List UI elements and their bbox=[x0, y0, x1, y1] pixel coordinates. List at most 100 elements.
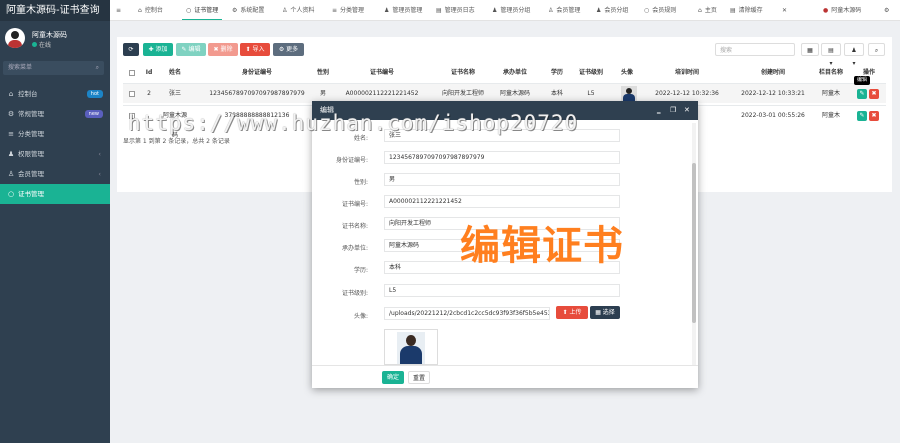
advanced-search-icon[interactable]: ⌕ bbox=[868, 43, 885, 56]
sidebar-item-certificate[interactable]: ○ 证书管理 bbox=[0, 184, 110, 204]
log-icon: ▤ bbox=[436, 7, 442, 14]
tab-label: 个人资料 bbox=[290, 7, 315, 14]
refresh-button[interactable]: ⟳ bbox=[123, 43, 139, 56]
top-nav: ≡ ⌂ 控制台 ○ 证书管理 ⚙ 系统配置 ♙ 个人资料 ≡ 分类管理 ♟ 管理员管理 ▤ 管… bbox=[110, 0, 900, 21]
tab-label: 管理员管理 bbox=[392, 7, 423, 14]
tab-system-config[interactable]: ⚙ 系统配置 bbox=[232, 0, 265, 20]
tab-member-rule[interactable]: ○ 会员规则 bbox=[644, 0, 676, 20]
row-checkbox[interactable] bbox=[129, 91, 135, 97]
tab-member[interactable]: ♙ 会员管理 bbox=[548, 0, 580, 20]
sidebar-item-auth[interactable]: ♟ 权限管理 ‹ bbox=[0, 144, 110, 164]
minimize-icon[interactable]: ‗ bbox=[657, 101, 661, 120]
add-button[interactable]: ✚ 添加 bbox=[143, 43, 173, 56]
new-badge: new bbox=[84, 110, 103, 118]
import-button[interactable]: ⬆ 导入 bbox=[240, 43, 270, 56]
maximize-icon[interactable]: ❐ bbox=[670, 101, 676, 120]
close-icon[interactable]: ✕ bbox=[684, 101, 690, 120]
edit-button[interactable]: ✎ 编辑 bbox=[176, 43, 206, 56]
field-label-level: 证书级别: bbox=[341, 290, 368, 297]
list-icon: ≡ bbox=[332, 7, 338, 14]
pagination-info: 显示第 1 到第 2 条记录，总共 2 条记录 bbox=[123, 138, 230, 145]
cell-column: 阿童木 bbox=[821, 90, 840, 97]
delete-button[interactable]: ✖ 删除 bbox=[208, 43, 238, 56]
col-org: 承办单位 bbox=[502, 69, 527, 76]
sidebar-search-input[interactable]: 搜索菜单 ⌕ bbox=[3, 61, 104, 75]
clear-cache-label: 清除缓存 bbox=[738, 7, 763, 14]
circle-icon: ○ bbox=[186, 7, 192, 14]
sidebar-menu: ⌂ 控制台 hot ⚙ 常规管理 new ≡ 分类管理 ♟ 权限管理 ‹ ♙ 会员管理 ‹ ○ 证书… bbox=[0, 84, 110, 204]
home-icon: ⌂ bbox=[138, 7, 142, 14]
avatar[interactable] bbox=[5, 28, 25, 48]
certno-field[interactable]: A000002112221221452 bbox=[384, 195, 620, 208]
export-button[interactable]: ♟ ▾ bbox=[844, 43, 864, 67]
tab-label: 系统配置 bbox=[240, 7, 265, 14]
tab-dashboard[interactable]: ⌂ 控制台 bbox=[138, 0, 163, 20]
sidebar-item-general[interactable]: ⚙ 常规管理 new bbox=[0, 104, 110, 124]
row-edit-icon[interactable]: ✎ bbox=[857, 89, 867, 99]
tab-certificate[interactable]: ○ 证书管理 bbox=[182, 0, 223, 20]
row-delete-icon[interactable]: ✖ bbox=[869, 111, 879, 121]
avatar-thumbnail[interactable] bbox=[621, 86, 637, 102]
sidebar-item-label: 分类管理 bbox=[18, 130, 44, 138]
upload-button[interactable]: ⬆ 上传 bbox=[556, 306, 588, 319]
modal-scrollbar[interactable] bbox=[692, 123, 696, 365]
avatar-path-field[interactable]: /uploads/20221212/2cbcd1c2cc5dc93f93f36f… bbox=[384, 307, 550, 320]
col-edu: 学历 bbox=[550, 69, 563, 76]
select-all-checkbox[interactable] bbox=[129, 70, 135, 76]
sidebar-item-dashboard[interactable]: ⌂ 控制台 hot bbox=[0, 84, 110, 104]
sidebar-item-label: 证书管理 bbox=[18, 190, 44, 198]
avatar-icon: ● bbox=[823, 7, 829, 14]
clear-cache-link[interactable]: ▤ 清除缓存 bbox=[730, 0, 763, 20]
chevron-left-icon: ‹ bbox=[98, 150, 101, 158]
more-button[interactable]: ⚙ 更多 bbox=[273, 43, 304, 56]
users-icon: ♟ bbox=[7, 150, 15, 158]
level-field[interactable]: L5 bbox=[384, 284, 620, 297]
tab-profile[interactable]: ♙ 个人资料 bbox=[282, 0, 315, 20]
field-label-edu: 学历: bbox=[353, 267, 368, 274]
col-avatar: 头像 bbox=[620, 69, 633, 76]
field-label-certno: 证书编号: bbox=[341, 201, 368, 208]
idno-field[interactable]: 1234567897097097987897979 bbox=[384, 151, 620, 164]
sidebar-item-label: 常规管理 bbox=[18, 110, 44, 118]
app-title: 阿童木源码-证书查询 bbox=[0, 0, 110, 21]
sidebar: 阿童木源码-证书查询 阿童木源码 在线 搜索菜单 ⌕ ⌂ 控制台 hot ⚙ 常规管理 n… bbox=[0, 0, 110, 443]
col-id[interactable]: Id bbox=[143, 65, 155, 81]
tab-admin-group[interactable]: ♟ 管理员分组 bbox=[492, 0, 531, 20]
row-delete-icon[interactable]: ✖ bbox=[869, 89, 879, 99]
cell-name: 张三 bbox=[168, 90, 181, 97]
col-gender: 性别 bbox=[316, 69, 329, 76]
sidebar-item-category[interactable]: ≡ 分类管理 bbox=[0, 124, 110, 144]
user-icon: ♙ bbox=[548, 7, 554, 14]
table-row[interactable]: 2 张三 1234567897097097987897979 男 A000002… bbox=[123, 83, 886, 103]
tab-admin-log[interactable]: ▤ 管理员日志 bbox=[436, 0, 475, 20]
tab-category[interactable]: ≡ 分类管理 bbox=[332, 0, 365, 20]
field-label-org: 承办单位: bbox=[341, 245, 368, 252]
field-label-idno: 身份证编号: bbox=[335, 157, 368, 164]
avatar-preview[interactable] bbox=[384, 329, 438, 365]
circle-icon: ○ bbox=[7, 190, 15, 198]
tab-label: 管理员分组 bbox=[500, 7, 531, 14]
fullscreen-icon[interactable]: ✕ bbox=[782, 0, 790, 20]
modal-footer: 确定 重置 bbox=[312, 365, 698, 388]
columns-icon[interactable]: ▦ bbox=[801, 43, 819, 56]
cell-id: 2 bbox=[147, 90, 151, 97]
edit-tooltip: 编辑 bbox=[854, 76, 871, 85]
tab-member-group[interactable]: ♟ 会员分组 bbox=[596, 0, 628, 20]
user-menu[interactable]: ● 阿童木源码 bbox=[823, 0, 861, 20]
reset-button[interactable]: 重置 bbox=[408, 371, 430, 384]
gender-field[interactable]: 男 bbox=[384, 173, 620, 186]
menu-toggle-icon[interactable]: ≡ bbox=[116, 0, 124, 20]
chevron-left-icon: ‹ bbox=[98, 170, 101, 178]
search-icon[interactable]: ⌕ bbox=[96, 61, 99, 75]
sidebar-item-member[interactable]: ♙ 会员管理 ‹ bbox=[0, 164, 110, 184]
settings-icon[interactable]: ⚙ bbox=[884, 0, 892, 20]
toggle-view-button[interactable]: ▤ ▾ bbox=[821, 43, 841, 67]
choose-button[interactable]: ▦ 选择 bbox=[590, 306, 620, 319]
table-search-input[interactable]: 搜索 bbox=[715, 43, 795, 56]
home-link[interactable]: ⌂ 主页 bbox=[698, 0, 717, 20]
tab-admin[interactable]: ♟ 管理员管理 bbox=[384, 0, 423, 20]
tab-label: 管理员日志 bbox=[444, 7, 475, 14]
ok-button[interactable]: 确定 bbox=[382, 371, 404, 384]
tab-label: 分类管理 bbox=[340, 7, 365, 14]
row-edit-icon[interactable]: ✎ bbox=[857, 111, 867, 121]
